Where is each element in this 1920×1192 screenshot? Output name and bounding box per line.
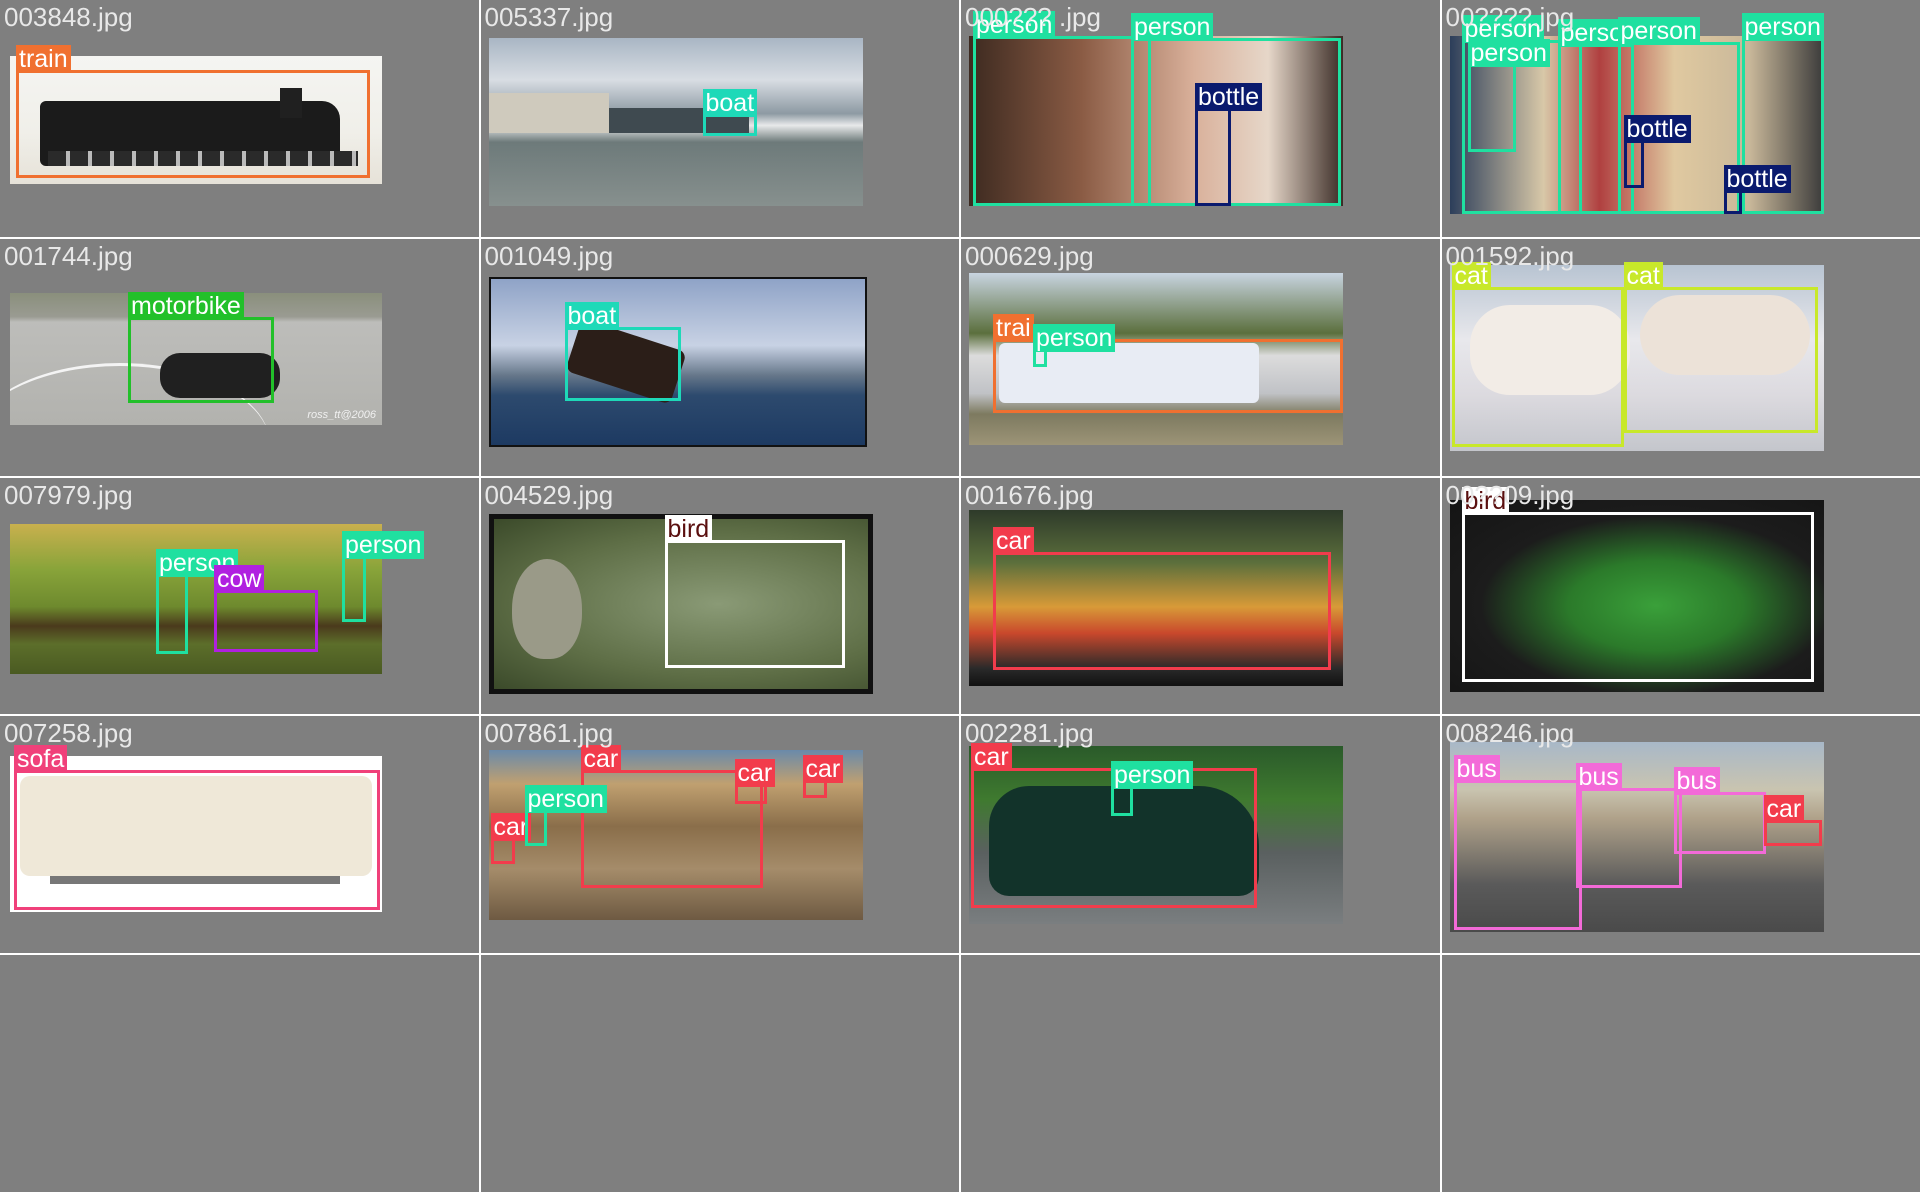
bbox-person: person <box>1033 323 1116 367</box>
grid-cell: 00??09.jpg bird <box>1441 477 1920 715</box>
bbox-sofa: sofa <box>14 745 380 911</box>
photo-field <box>10 523 382 674</box>
grid-cell: 008246.jpg bus bus bus car <box>1441 716 1920 954</box>
label-train: train <box>16 45 71 73</box>
bbox-car: car <box>734 759 776 805</box>
label-motorbike: motorbike <box>128 291 244 320</box>
bbox-person: person <box>1131 13 1341 206</box>
label-bird: bird <box>664 514 713 543</box>
cell-filename: 005337.jpg <box>484 2 614 32</box>
label-bottle: bottle <box>1623 115 1691 143</box>
bbox-bottle: bottle <box>1195 83 1263 206</box>
grid-cell: 007979.jpg person person cow <box>0 477 479 715</box>
cell-filename: 007861.jpg <box>484 718 614 749</box>
label-cow: cow <box>214 564 265 593</box>
grid-cell <box>480 955 959 1192</box>
bbox-car: car <box>1763 795 1822 847</box>
label-car: car <box>1763 795 1805 824</box>
bbox-train: train <box>16 45 370 178</box>
label-car: car <box>993 526 1034 555</box>
cell-filename: 00????.jpg <box>1445 2 1575 32</box>
bbox-boat: boat <box>564 301 681 401</box>
label-bus: bus <box>1453 755 1500 784</box>
label-cat: cat <box>1623 261 1663 290</box>
grid-cell: 005337.jpg boat <box>480 0 959 237</box>
grid-cell: 003848.jpg train <box>0 0 479 237</box>
grid-cell <box>0 955 479 1192</box>
cell-filename: 00??09.jpg <box>1445 479 1575 510</box>
cell-filename: 008246.jpg <box>1445 718 1575 749</box>
label-person: person <box>1033 323 1116 352</box>
label-bus: bus <box>1575 763 1622 792</box>
grid-cell: 001744.jpg ross_tt@2006 motorbike <box>0 238 479 476</box>
label-boat: boat <box>564 301 620 330</box>
grid-cell: 002281.jpg car person <box>961 716 1440 954</box>
label-person: person <box>1131 13 1214 41</box>
bbox-person: person <box>1111 761 1194 817</box>
grid-cell: 000629.jpg trai person <box>961 238 1440 476</box>
grid-cell <box>961 955 1440 1192</box>
label-sofa: sofa <box>14 745 68 774</box>
label-car: car <box>802 755 844 784</box>
bbox-person: person <box>524 785 607 847</box>
image-grid: 003848.jpg train 005337.jpg boat 000??? … <box>0 0 1920 1192</box>
label-person: person <box>524 785 607 814</box>
cell-filename: 001744.jpg <box>4 240 133 271</box>
grid-cell: 001049.jpg boat <box>480 238 959 476</box>
cell-filename: 001592.jpg <box>1445 240 1575 271</box>
bbox-bird: bird <box>1461 486 1814 682</box>
cell-filename: 001049.jpg <box>484 240 614 271</box>
label-person: person <box>1617 17 1700 45</box>
bbox-car: car <box>993 526 1331 670</box>
cell-filename: 007258.jpg <box>4 718 133 749</box>
cell-filename: 002281.jpg <box>965 718 1094 749</box>
bbox-cow: cow <box>214 564 318 652</box>
bbox-bird: bird <box>664 514 845 668</box>
bbox-person: person <box>973 11 1151 206</box>
label-car: car <box>580 745 622 774</box>
grid-cell <box>1441 955 1920 1192</box>
label-person: person <box>342 530 425 559</box>
bbox-bus: bus <box>1673 767 1766 855</box>
cell-filename: 000??? .jpg <box>965 2 1101 32</box>
bbox-person: person <box>156 548 239 654</box>
cell-filename: 001676.jpg <box>965 479 1094 510</box>
label-person: person <box>1741 13 1824 41</box>
grid-cell: 007258.jpg sofa <box>0 716 479 954</box>
bbox-car: car <box>490 813 532 865</box>
label-boat: boat <box>702 89 758 117</box>
cell-filename: 000629.jpg <box>965 240 1094 271</box>
label-bottle: bottle <box>1195 83 1263 111</box>
bbox-boat: boat <box>702 89 758 136</box>
label-person: person <box>1111 761 1194 790</box>
label-car: car <box>734 759 776 788</box>
label-train: trai <box>993 313 1034 342</box>
grid-cell: 00????.jpg person person perso person pe… <box>1441 0 1920 237</box>
bbox-bus: bus <box>1575 763 1682 889</box>
grid-cell: 004529.jpg bird <box>480 477 959 715</box>
cell-filename: 004529.jpg <box>484 479 614 510</box>
grid-cell: 007861.jpg car car car car person <box>480 716 959 954</box>
bbox-motorbike: motorbike <box>128 291 274 403</box>
label-bus: bus <box>1673 767 1720 796</box>
grid-cell: 001676.jpg car <box>961 477 1440 715</box>
cell-filename: 003848.jpg <box>4 2 133 32</box>
bbox-bus: bus <box>1453 755 1582 931</box>
bbox-car: car <box>802 755 844 799</box>
grid-cell: 001592.jpg cat cat <box>1441 238 1920 476</box>
grid-cell: 000??? .jpg person person bottle <box>961 0 1440 237</box>
bbox-bottle: bottle <box>1723 165 1791 214</box>
bbox-person: person <box>342 530 425 622</box>
photo-harbor <box>488 38 863 206</box>
cell-filename: 007979.jpg <box>4 479 133 510</box>
bbox-cat: cat <box>1451 261 1624 447</box>
bbox-cat: cat <box>1623 261 1818 433</box>
bbox-bottle: bottle <box>1623 115 1691 188</box>
watermark-text: ross_tt@2006 <box>307 408 376 421</box>
label-bottle: bottle <box>1723 165 1791 193</box>
